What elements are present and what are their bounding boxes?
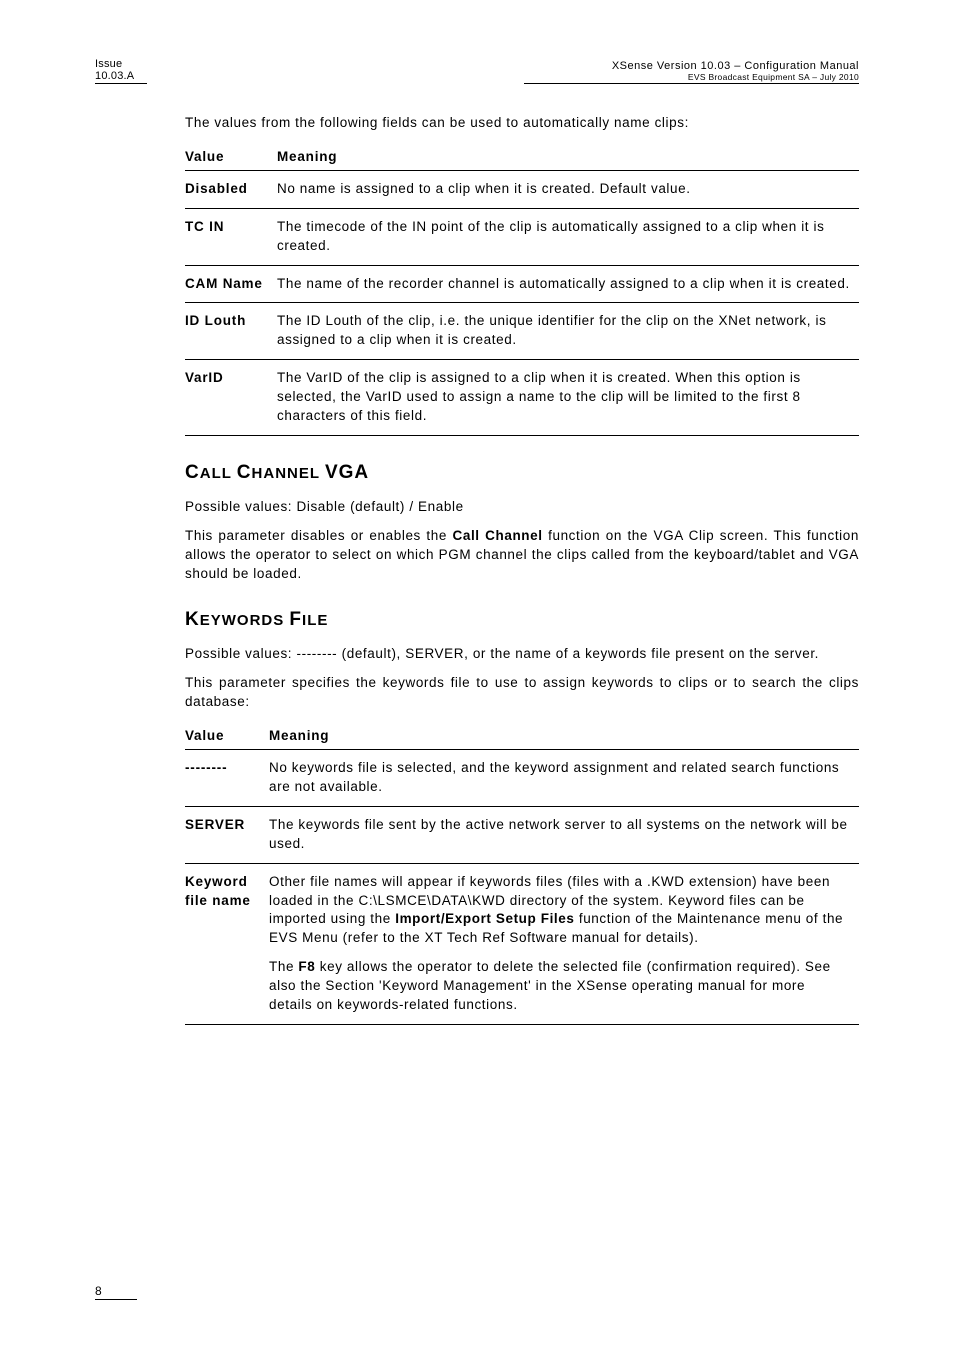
table-row: SERVER The keywords file sent by the act…	[185, 806, 859, 863]
section-heading-call-channel: CALL CHANNEL VGA	[185, 462, 859, 484]
value-cell: SERVER	[185, 806, 269, 863]
table-row: VarID The VarID of the clip is assigned …	[185, 360, 859, 436]
t: key allows the operator to delete the se…	[269, 959, 831, 1012]
h-cap: F	[289, 609, 302, 630]
h-small: HANNEL	[252, 465, 325, 482]
p1: Other file names will appear if keywords…	[269, 873, 851, 949]
table-row: Disabled No name is assigned to a clip w…	[185, 170, 859, 208]
values-table-1: Value Meaning Disabled No name is assign…	[185, 143, 859, 436]
h-small: EYWORDS	[200, 612, 290, 629]
h-small: ALL	[200, 465, 237, 482]
h-cap: C	[185, 462, 200, 483]
h-small: ILE	[302, 612, 328, 629]
meaning-cell: No keywords file is selected, and the ke…	[269, 750, 859, 807]
header-left: Issue 10.03.A	[95, 58, 147, 84]
col-meaning: Meaning	[277, 143, 859, 171]
possible-values-1: Possible values: Disable (default) / Ena…	[185, 498, 859, 517]
meaning-cell: No name is assigned to a clip when it is…	[277, 170, 859, 208]
bold: Import/Export Setup Files	[395, 911, 574, 926]
meaning-cell: The VarID of the clip is assigned to a c…	[277, 360, 859, 436]
page-header: Issue 10.03.A XSense Version 10.03 – Con…	[95, 58, 859, 84]
section-heading-keywords-file: KEYWORDS FILE	[185, 609, 859, 631]
bold: F8	[298, 959, 315, 974]
table-header-row: Value Meaning	[185, 722, 859, 750]
possible-values-2: Possible values: -------- (default), SER…	[185, 645, 859, 664]
t: The	[269, 959, 298, 974]
section1-desc: This parameter disables or enables the C…	[185, 527, 859, 584]
header-rule-right	[524, 83, 859, 84]
table-header-row: Value Meaning	[185, 143, 859, 171]
p2: The F8 key allows the operator to delete…	[269, 958, 851, 1015]
table-row: TC IN The timecode of the IN point of th…	[185, 208, 859, 265]
h-cap: C	[237, 462, 252, 483]
company-line: EVS Broadcast Equipment SA – July 2010	[524, 72, 859, 82]
col-value: Value	[185, 143, 277, 171]
h-cap: VGA	[325, 462, 369, 483]
t: This parameter disables or enables the	[185, 528, 452, 543]
value-cell: VarID	[185, 360, 277, 436]
content: The values from the following fields can…	[185, 114, 859, 1025]
intro-text: The values from the following fields can…	[185, 114, 859, 133]
col-meaning: Meaning	[269, 722, 859, 750]
table-row: ID Louth The ID Louth of the clip, i.e. …	[185, 303, 859, 360]
table-row: -------- No keywords file is selected, a…	[185, 750, 859, 807]
page-footer: 8	[95, 1284, 137, 1300]
header-rule-left	[95, 83, 147, 84]
meaning-cell: Other file names will appear if keywords…	[269, 863, 859, 1024]
value-cell: Disabled	[185, 170, 277, 208]
col-value: Value	[185, 722, 269, 750]
bold: Call Channel	[452, 528, 542, 543]
meaning-cell: The keywords file sent by the active net…	[269, 806, 859, 863]
value-cell: Keyword file name	[185, 863, 269, 1024]
section2-desc: This parameter specifies the keywords fi…	[185, 674, 859, 712]
page-number: 8	[95, 1284, 137, 1298]
value-cell: CAM Name	[185, 265, 277, 303]
issue-label: Issue	[95, 58, 147, 70]
meaning-cell: The name of the recorder channel is auto…	[277, 265, 859, 303]
value-cell: TC IN	[185, 208, 277, 265]
meaning-cell: The ID Louth of the clip, i.e. the uniqu…	[277, 303, 859, 360]
product-line: XSense Version 10.03 – Configuration Man…	[524, 60, 859, 72]
value-cell: ID Louth	[185, 303, 277, 360]
value-cell: --------	[185, 750, 269, 807]
h-cap: K	[185, 609, 200, 630]
footer-rule	[95, 1299, 137, 1300]
page: Issue 10.03.A XSense Version 10.03 – Con…	[0, 0, 954, 1350]
meaning-cell: The timecode of the IN point of the clip…	[277, 208, 859, 265]
table-row: CAM Name The name of the recorder channe…	[185, 265, 859, 303]
table-row: Keyword file name Other file names will …	[185, 863, 859, 1024]
values-table-2: Value Meaning -------- No keywords file …	[185, 722, 859, 1025]
header-right: XSense Version 10.03 – Configuration Man…	[524, 60, 859, 84]
issue-value: 10.03.A	[95, 70, 147, 82]
